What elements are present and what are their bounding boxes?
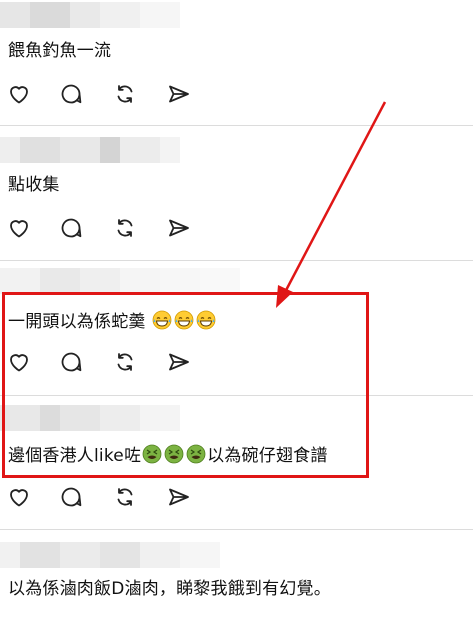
comment-text: 以為係滷肉飯D滷肉，睇黎我餓到有幻覺。: [8, 579, 331, 599]
heart-icon: [10, 86, 28, 104]
reply-button[interactable]: [58, 81, 84, 107]
heart-icon: [10, 489, 28, 507]
comment-icon: [61, 84, 82, 104]
share-button[interactable]: [166, 484, 192, 510]
comment-text: 點收集: [8, 175, 60, 195]
like-button[interactable]: [6, 81, 32, 107]
share-button[interactable]: [166, 215, 192, 241]
comment-text: 餵魚釣魚一流: [8, 41, 112, 61]
divider: [0, 529, 473, 530]
repost-button[interactable]: [112, 484, 138, 510]
send-icon: [169, 219, 189, 237]
repost-icon: [117, 219, 133, 237]
comment-icon: [61, 218, 82, 238]
like-button[interactable]: [6, 215, 32, 241]
repost-button[interactable]: [112, 81, 138, 107]
repost-icon: [117, 488, 133, 506]
divider: [0, 125, 473, 126]
repost-icon: [117, 85, 133, 103]
like-button[interactable]: [6, 484, 32, 510]
send-icon: [169, 85, 189, 103]
reply-button[interactable]: [58, 484, 84, 510]
highlight-box: [2, 292, 369, 478]
reply-button[interactable]: [58, 215, 84, 241]
heart-icon: [10, 220, 28, 238]
send-icon: [169, 488, 189, 506]
divider: [0, 260, 473, 261]
repost-button[interactable]: [112, 215, 138, 241]
comment-icon: [61, 487, 82, 507]
share-button[interactable]: [166, 81, 192, 107]
